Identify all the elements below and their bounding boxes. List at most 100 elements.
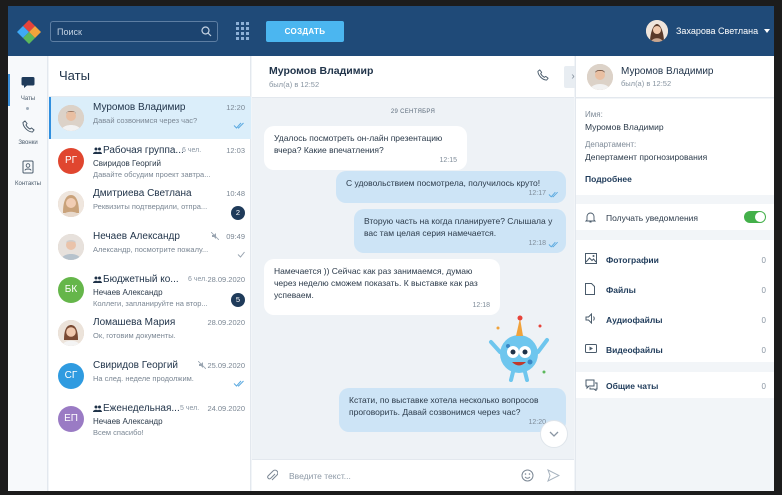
- nav-calls-label: Звонки: [18, 140, 38, 146]
- user-name[interactable]: Захарова Светлана: [676, 26, 758, 36]
- chat-item[interactable]: РГ Рабочая группа... 6 чел. 12:03 Свирид…: [49, 140, 251, 182]
- chat-time: 12:03: [226, 146, 245, 155]
- chat-name: Рабочая группа...: [103, 145, 184, 156]
- search-box[interactable]: [50, 21, 218, 42]
- avatar: [58, 105, 84, 131]
- media-row-audio[interactable]: Аудиофайлы 0: [576, 306, 774, 332]
- media-row-video[interactable]: Видеофайлы 0: [576, 336, 774, 362]
- chat-snippet: Давайте обсудим проект завтра...: [93, 170, 211, 179]
- chat-name: Свиридов Георгий: [93, 360, 179, 371]
- search-input[interactable]: [51, 22, 191, 42]
- chat-time: 24.09.2020: [207, 404, 245, 413]
- chat-snippet: Давай созвонимся через час?: [93, 116, 198, 125]
- nav-indicator-dot: [26, 107, 29, 110]
- avatar: БК: [58, 277, 84, 303]
- chat-icon: [21, 77, 35, 88]
- double-check-icon: [548, 191, 558, 198]
- send-icon[interactable]: [547, 469, 560, 482]
- message-outgoing[interactable]: Кстати, по выставке хотела несколько воп…: [339, 388, 566, 432]
- member-count: 6 чел.: [188, 276, 208, 283]
- nav-chats[interactable]: Чаты: [8, 70, 48, 110]
- message-text: Намечается )) Сейчас как раз занимаемся,…: [274, 266, 478, 300]
- apps-grid-icon[interactable]: [236, 22, 250, 40]
- media-card: Фотографии 0 Файлы 0 Аудиофайлы 0 Видеоф…: [576, 240, 774, 362]
- chevron-down-icon: [549, 431, 559, 437]
- media-label: Файлы: [606, 285, 636, 295]
- contact-header: Муромов Владимир был(а) в 12:52: [576, 56, 774, 98]
- message-text: С удовольствием посмотрела, получилось к…: [346, 178, 541, 188]
- chat-time: 28.09.2020: [207, 318, 245, 327]
- contact-avatar[interactable]: [587, 64, 613, 90]
- chat-item[interactable]: СГ Свиридов Георгий 25.09.2020 На след. …: [49, 355, 251, 397]
- sticker-monster[interactable]: [486, 310, 552, 382]
- top-bar: СОЗДАТЬ Захарова Светлана: [8, 6, 774, 56]
- mute-icon: [198, 361, 206, 369]
- unread-badge: 5: [231, 293, 245, 307]
- media-row-photos[interactable]: Фотографии 0: [576, 246, 774, 272]
- user-avatar[interactable]: [646, 20, 668, 42]
- message-text: Удалось посмотреть он-лайн презентацию в…: [274, 133, 443, 155]
- file-icon: [585, 283, 595, 295]
- nav-contacts-label: Контакты: [15, 181, 41, 187]
- field-value: Депертамент прогнозирования: [585, 152, 708, 162]
- contact-info-panel: Муромов Владимир был(а) в 12:52 Имя: Мур…: [575, 56, 774, 491]
- media-row-files[interactable]: Файлы 0: [576, 276, 774, 302]
- chat-item[interactable]: БК Бюджетный ко... 6 чел. 28.09.2020 Неч…: [49, 269, 251, 311]
- notifications-row: Получать уведомления: [576, 204, 774, 230]
- conversation-panel: Муромов Владимир был(а) в 12:52 › 29 СЕН…: [252, 56, 582, 491]
- call-icon[interactable]: [537, 69, 549, 81]
- chat-item[interactable]: Дмитриева Светлана 10:48 Реквизиты подтв…: [49, 183, 251, 225]
- app-logo[interactable]: [16, 19, 42, 45]
- message-incoming[interactable]: Намечается )) Сейчас как раз занимаемся,…: [264, 259, 500, 315]
- chat-item[interactable]: Нечаев Александр 09:49 Александр, посмот…: [49, 226, 251, 268]
- message-outgoing[interactable]: С удовольствием посмотрела, получилось к…: [336, 171, 566, 203]
- date-separator: 29 СЕНТЯБРЯ: [390, 109, 436, 115]
- chat-name: Еженедельная...: [103, 403, 180, 414]
- scroll-down-button[interactable]: [540, 420, 568, 448]
- unread-badge: 2: [231, 206, 245, 220]
- chat-time: 12:20: [226, 103, 245, 112]
- notifications-toggle[interactable]: [744, 211, 766, 223]
- chevron-down-icon[interactable]: [764, 29, 771, 33]
- conversation-header: Муромов Владимир был(а) в 12:52 ›: [252, 56, 582, 98]
- media-label: Видеофайлы: [606, 345, 663, 355]
- member-count: 6 чел.: [182, 147, 202, 154]
- chat-list-title: Чаты: [59, 68, 90, 83]
- emoji-icon[interactable]: [521, 469, 534, 482]
- chat-sender: Нечаев Александр: [93, 417, 163, 426]
- message-incoming[interactable]: Удалось посмотреть он-лайн презентацию в…: [264, 126, 467, 170]
- chat-time: 25.09.2020: [207, 361, 245, 370]
- nav-contacts[interactable]: Контакты: [8, 154, 48, 194]
- chat-item[interactable]: Муромов Владимир 12:20 Давай созвонимся …: [49, 97, 251, 139]
- avatar: СГ: [58, 363, 84, 389]
- common-chats-row[interactable]: Общие чаты 0: [576, 372, 774, 398]
- audio-icon: [585, 313, 595, 324]
- mute-icon: [211, 232, 219, 240]
- phone-icon: [21, 120, 35, 133]
- search-icon[interactable]: [201, 26, 212, 37]
- more-details-link[interactable]: Подробнее: [585, 174, 632, 184]
- media-count: 0: [761, 346, 766, 355]
- chat-time: 28.09.2020: [207, 275, 245, 284]
- media-count: 0: [761, 256, 766, 265]
- message-input[interactable]: [289, 467, 509, 485]
- chat-item[interactable]: Ломашева Мария 28.09.2020 Ок, готовим до…: [49, 312, 251, 354]
- chat-item[interactable]: ЕП Еженедельная... 5 чел. 24.09.2020 Неч…: [49, 398, 251, 440]
- message-outgoing[interactable]: Вторую часть на когда планируете? Слышал…: [354, 209, 566, 253]
- double-check-icon: [233, 380, 244, 387]
- create-button[interactable]: СОЗДАТЬ: [266, 21, 344, 42]
- user-menu[interactable]: Захарова Светлана: [646, 20, 771, 42]
- media-count: 0: [761, 286, 766, 295]
- media-count: 0: [761, 316, 766, 325]
- common-chats-label: Общие чаты: [606, 381, 659, 391]
- conversation-title[interactable]: Муромов Владимир: [269, 65, 373, 77]
- chat-list-panel: Чаты Муромов Владимир 12:20 Давай созвон…: [49, 56, 251, 491]
- chat-name: Муромов Владимир: [93, 102, 186, 113]
- nav-rail: Чаты Звонки Контакты: [8, 56, 48, 491]
- chat-time: 09:49: [226, 232, 245, 241]
- field-label: Департамент:: [585, 140, 637, 149]
- paperclip-icon[interactable]: [266, 469, 278, 482]
- nav-calls[interactable]: Звонки: [8, 114, 48, 154]
- contact-last-seen: был(а) в 12:52: [621, 79, 672, 88]
- double-check-icon: [548, 241, 558, 248]
